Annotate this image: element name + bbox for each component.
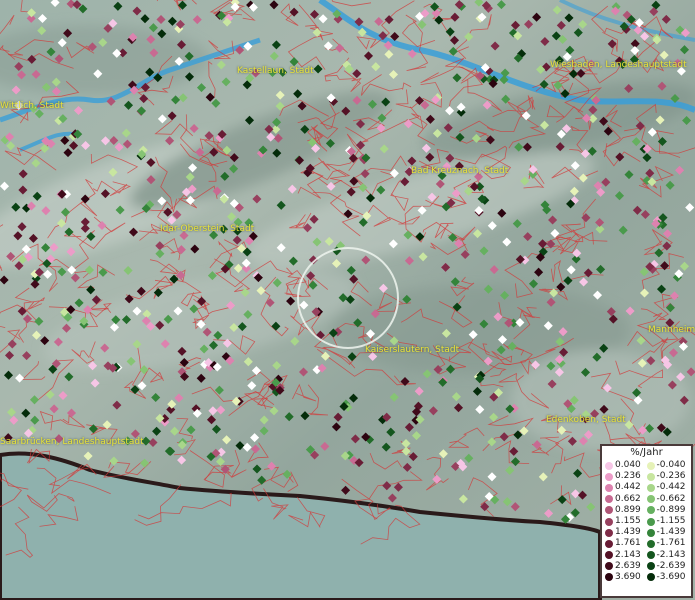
legend-entry-negative: -2.639	[646, 560, 691, 572]
legend-value: -1.155	[656, 515, 686, 526]
legend-swatch	[646, 495, 655, 504]
legend-entry-negative: -1.155	[646, 515, 691, 527]
legend-swatch	[605, 517, 613, 526]
legend-swatch	[605, 506, 613, 515]
legend-entry-negative: -3.690	[646, 571, 691, 583]
city-label-idar-oberstein: Idar-Oberstein, Stadt	[160, 224, 255, 234]
legend-swatch	[646, 551, 655, 560]
legend-swatch	[646, 483, 655, 492]
legend-swatch	[605, 483, 613, 492]
legend-swatch	[646, 461, 655, 470]
legend-value: -0.899	[656, 504, 686, 515]
legend-value: 0.442	[615, 482, 641, 493]
legend: %/Jahr 0.040 -0.040 0.236 -0.236 0.442 -0.442…	[600, 444, 693, 598]
legend-swatch	[605, 495, 613, 504]
legend-value: -1.439	[656, 527, 686, 538]
legend-entry-negative: -0.236	[646, 471, 691, 482]
legend-value: 2.639	[615, 560, 641, 571]
legend-value: 1.155	[615, 515, 641, 526]
city-label-edenkoben: Edenkoben, Stadt	[546, 415, 626, 425]
legend-swatch	[605, 528, 613, 537]
legend-value: 2.143	[615, 549, 641, 560]
legend-swatch	[646, 539, 655, 548]
legend-value: 3.690	[615, 571, 641, 582]
legend-value: -0.662	[656, 493, 686, 504]
legend-swatch	[605, 472, 613, 481]
legend-rows: 0.040 -0.040 0.236 -0.236 0.442 -0.442 0.662 -0…	[602, 460, 691, 583]
legend-entry-negative: -0.040	[646, 460, 691, 471]
legend-entry-negative: -1.761	[646, 538, 691, 549]
legend-value: 1.439	[615, 527, 641, 538]
legend-entry-positive: 3.690	[602, 572, 647, 583]
legend-value: -0.442	[656, 482, 686, 493]
legend-swatch	[646, 472, 655, 481]
legend-value: -2.639	[656, 560, 686, 571]
legend-row: 0.442 -0.442	[602, 482, 691, 493]
legend-row: 0.236 -0.236	[602, 471, 691, 482]
legend-swatch	[605, 539, 613, 548]
legend-entry-negative: -0.662	[646, 493, 691, 505]
legend-value: -1.761	[656, 538, 686, 549]
legend-row: 2.639 -2.639	[602, 561, 691, 572]
legend-row: 1.155 -1.155	[602, 516, 691, 527]
legend-swatch	[605, 562, 613, 571]
legend-entry-positive: 0.662	[602, 494, 647, 505]
legend-entry-positive: 0.236	[602, 471, 647, 482]
legend-swatch	[646, 517, 655, 526]
legend-row: 1.439 -1.439	[602, 527, 691, 538]
city-label-kastellaun: Kastellaun, Stadt	[237, 66, 314, 76]
legend-row: 0.040 -0.040	[602, 460, 691, 471]
legend-swatch	[646, 506, 655, 515]
legend-entry-positive: 2.143	[602, 550, 647, 561]
city-label-bad-kreuznach: Bad Kreuznach, Stadt	[411, 166, 509, 176]
legend-entry-positive: 1.761	[602, 538, 647, 549]
legend-entry-positive: 1.439	[602, 527, 647, 538]
legend-row: 1.761 -1.761	[602, 538, 691, 549]
legend-title: %/Jahr	[630, 447, 663, 458]
legend-entry-positive: 0.040	[602, 460, 647, 471]
legend-entry-negative: -2.143	[646, 549, 691, 561]
legend-row: 0.662 -0.662	[602, 494, 691, 505]
legend-entry-negative: -0.442	[646, 482, 691, 493]
legend-swatch	[646, 562, 655, 571]
legend-entry-positive: 0.442	[602, 482, 647, 493]
legend-value: -0.236	[656, 471, 686, 482]
city-label-saarbruecken: Saarbrücken, Landeshauptstadt	[0, 437, 144, 447]
legend-value: 0.040	[615, 460, 641, 470]
legend-value: -3.690	[656, 571, 686, 582]
legend-entry-positive: 2.639	[602, 561, 647, 572]
legend-value: -2.143	[656, 549, 686, 560]
legend-swatch	[605, 461, 613, 470]
legend-value: 1.761	[615, 538, 641, 549]
city-label-wiesbaden: Wiesbaden, Landeshauptstadt	[550, 60, 687, 70]
legend-value: 0.236	[615, 471, 641, 482]
legend-value: 0.899	[615, 504, 641, 515]
legend-entry-negative: -0.899	[646, 504, 691, 516]
legend-swatch	[605, 573, 613, 582]
legend-row: 2.143 -2.143	[602, 550, 691, 561]
legend-swatch	[646, 573, 655, 582]
legend-value: 0.662	[615, 493, 641, 504]
legend-value: -0.040	[656, 460, 686, 470]
legend-entry-negative: -1.439	[646, 527, 691, 538]
city-label-wittlich: Wittlich, Stadt	[0, 101, 64, 111]
city-label-kaiserslautern: Kaiserslautern, Stadt	[365, 345, 460, 355]
legend-row: 0.899 -0.899	[602, 505, 691, 516]
legend-row: 3.690 -3.690	[602, 572, 691, 583]
legend-swatch	[605, 551, 613, 560]
legend-entry-positive: 0.899	[602, 505, 647, 516]
legend-entry-positive: 1.155	[602, 516, 647, 527]
city-label-mannheim: Mannheim	[648, 325, 695, 335]
legend-swatch	[646, 528, 655, 537]
terrain-map[interactable]	[0, 0, 695, 600]
